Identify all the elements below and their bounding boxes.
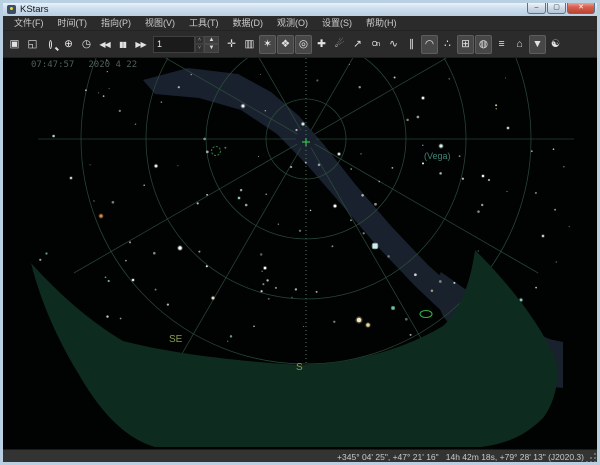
- ekos-button[interactable]: ☯: [547, 35, 564, 54]
- set-time-icon: ◷: [82, 38, 91, 50]
- menu-item-7[interactable]: 设置(S): [315, 16, 359, 30]
- set-time-button[interactable]: ◷: [78, 35, 95, 54]
- time-stop-button[interactable]: ▮▮: [114, 35, 131, 54]
- show-supernovae-icon: ✚: [317, 38, 326, 50]
- show-satellites-button[interactable]: On: [367, 35, 384, 54]
- zoom-in-icon: ▣: [10, 38, 20, 50]
- time-advance-button[interactable]: ▶▶: [132, 35, 149, 54]
- sky-label-SE: SE: [169, 334, 183, 345]
- simulation-clock: 07:47:57 2020 4 22: [31, 60, 137, 70]
- kstars-window: KStars – ▢ ✕ 文件(F)时间(T)指向(P)视图(V)工具(T)数据…: [0, 0, 600, 465]
- sky-label-Vega: (Vega): [424, 151, 451, 161]
- show-constellation-lines-button[interactable]: ∿: [385, 35, 402, 54]
- timestep-spinbox[interactable]: 1˄˅▲▼: [153, 35, 219, 54]
- show-solar-system-button[interactable]: ◎: [295, 35, 312, 54]
- zoom-in-button[interactable]: ▣: [6, 35, 23, 54]
- sky-map[interactable]: 07:47:57 2020 4 22 SE S (Vega): [3, 58, 597, 449]
- main-toolbar: ▣◱⊕◷◀◀▮▮▶▶1˄˅▲▼✛▥✶❖◎✚☄↗On∿∥◠∴⊞◍≡⌂▼☯: [3, 31, 597, 58]
- show-equatorial-grid-icon: ⊞: [461, 38, 470, 50]
- window-title: KStars: [20, 3, 49, 16]
- resize-grip[interactable]: [587, 454, 596, 463]
- find-object-button[interactable]: [42, 35, 59, 54]
- show-constellation-boundaries-button[interactable]: ∥: [403, 35, 420, 54]
- time-advance-icon: ▶▶: [135, 40, 145, 49]
- time-rewind-button[interactable]: ◀◀: [96, 35, 113, 54]
- show-comets-button[interactable]: ☄: [331, 35, 348, 54]
- show-equatorial-grid-button[interactable]: ⊞: [457, 35, 474, 54]
- clock-time: 07:47:57: [31, 60, 74, 70]
- status-bar: +345° 04' 25", +47° 21' 16" 14h 42m 18s,…: [3, 449, 597, 464]
- timestep-unit-up-button[interactable]: ˄: [195, 36, 204, 45]
- menu-item-8[interactable]: 帮助(H): [359, 16, 404, 30]
- ekos-icon: ☯: [551, 38, 560, 50]
- track-object-icon: ✛: [227, 38, 236, 50]
- sky-label-S: S: [296, 362, 303, 373]
- show-stars-icon: ✶: [263, 38, 272, 50]
- zoom-out-icon: ◱: [28, 38, 38, 50]
- export-sky-image-button[interactable]: ▥: [241, 35, 258, 54]
- indi-control-panel-icon: ⌂: [516, 38, 522, 50]
- menu-item-6[interactable]: 观测(O): [270, 16, 315, 30]
- whats-interesting-icon: ≡: [498, 38, 504, 50]
- close-button[interactable]: ✕: [567, 2, 595, 14]
- time-stop-icon: ▮▮: [119, 40, 126, 49]
- show-deep-sky-objects-icon: ❖: [281, 38, 290, 50]
- show-constellation-names-button[interactable]: ∴: [439, 35, 456, 54]
- show-satellites-icon: On: [372, 41, 379, 48]
- zoom-out-button[interactable]: ◱: [24, 35, 41, 54]
- show-asteroids-button[interactable]: ↗: [349, 35, 366, 54]
- eyepiece-view-icon: ▼: [532, 38, 542, 50]
- show-constellation-boundaries-icon: ∥: [409, 38, 414, 50]
- menu-item-0[interactable]: 文件(F): [7, 16, 51, 30]
- indi-control-panel-button[interactable]: ⌂: [511, 35, 528, 54]
- timestep-unit-down-button[interactable]: ˅: [195, 44, 204, 53]
- export-sky-image-icon: ▥: [245, 38, 255, 50]
- title-bar[interactable]: KStars – ▢ ✕: [3, 3, 597, 16]
- maximize-button[interactable]: ▢: [547, 2, 566, 14]
- sky-canvas[interactable]: SE S (Vega): [3, 58, 597, 449]
- timestep-value[interactable]: 1: [153, 36, 195, 53]
- show-milky-way-button[interactable]: ◠: [421, 35, 438, 54]
- track-object-button[interactable]: ✛: [223, 35, 240, 54]
- clock-date: 2020 4 22: [88, 60, 137, 70]
- show-comets-icon: ☄: [335, 38, 344, 50]
- show-ground-icon: ◍: [479, 38, 488, 50]
- kstars-app-icon: [7, 5, 16, 14]
- eyepiece-view-button[interactable]: ▼: [529, 35, 546, 54]
- set-geographic-location-button[interactable]: ⊕: [60, 35, 77, 54]
- show-constellation-lines-icon: ∿: [389, 38, 398, 50]
- menu-item-1[interactable]: 时间(T): [51, 16, 95, 30]
- window-controls: – ▢ ✕: [527, 2, 595, 14]
- show-constellation-names-icon: ∴: [444, 38, 451, 50]
- show-stars-button[interactable]: ✶: [259, 35, 276, 54]
- show-solar-system-icon: ◎: [299, 38, 308, 50]
- show-ground-button[interactable]: ◍: [475, 35, 492, 54]
- minimize-button[interactable]: –: [527, 2, 546, 14]
- show-supernovae-button[interactable]: ✚: [313, 35, 330, 54]
- time-rewind-icon: ◀◀: [99, 40, 109, 49]
- menu-item-3[interactable]: 视图(V): [138, 16, 182, 30]
- menu-item-5[interactable]: 数据(D): [226, 16, 271, 30]
- show-asteroids-icon: ↗: [353, 38, 362, 50]
- timestep-up-button[interactable]: ▲: [204, 36, 219, 45]
- show-milky-way-icon: ◠: [425, 38, 434, 50]
- coordinates-readout: +345° 04' 25", +47° 21' 16" 14h 42m 18s,…: [337, 452, 584, 462]
- menu-item-4[interactable]: 工具(T): [182, 16, 226, 30]
- menu-item-2[interactable]: 指向(P): [94, 16, 138, 30]
- set-geographic-location-icon: ⊕: [64, 38, 73, 50]
- timestep-down-button[interactable]: ▼: [204, 44, 219, 53]
- find-object-icon: [49, 40, 52, 49]
- show-deep-sky-objects-button[interactable]: ❖: [277, 35, 294, 54]
- menu-bar: 文件(F)时间(T)指向(P)视图(V)工具(T)数据(D)观测(O)设置(S)…: [3, 16, 597, 31]
- whats-interesting-button[interactable]: ≡: [493, 35, 510, 54]
